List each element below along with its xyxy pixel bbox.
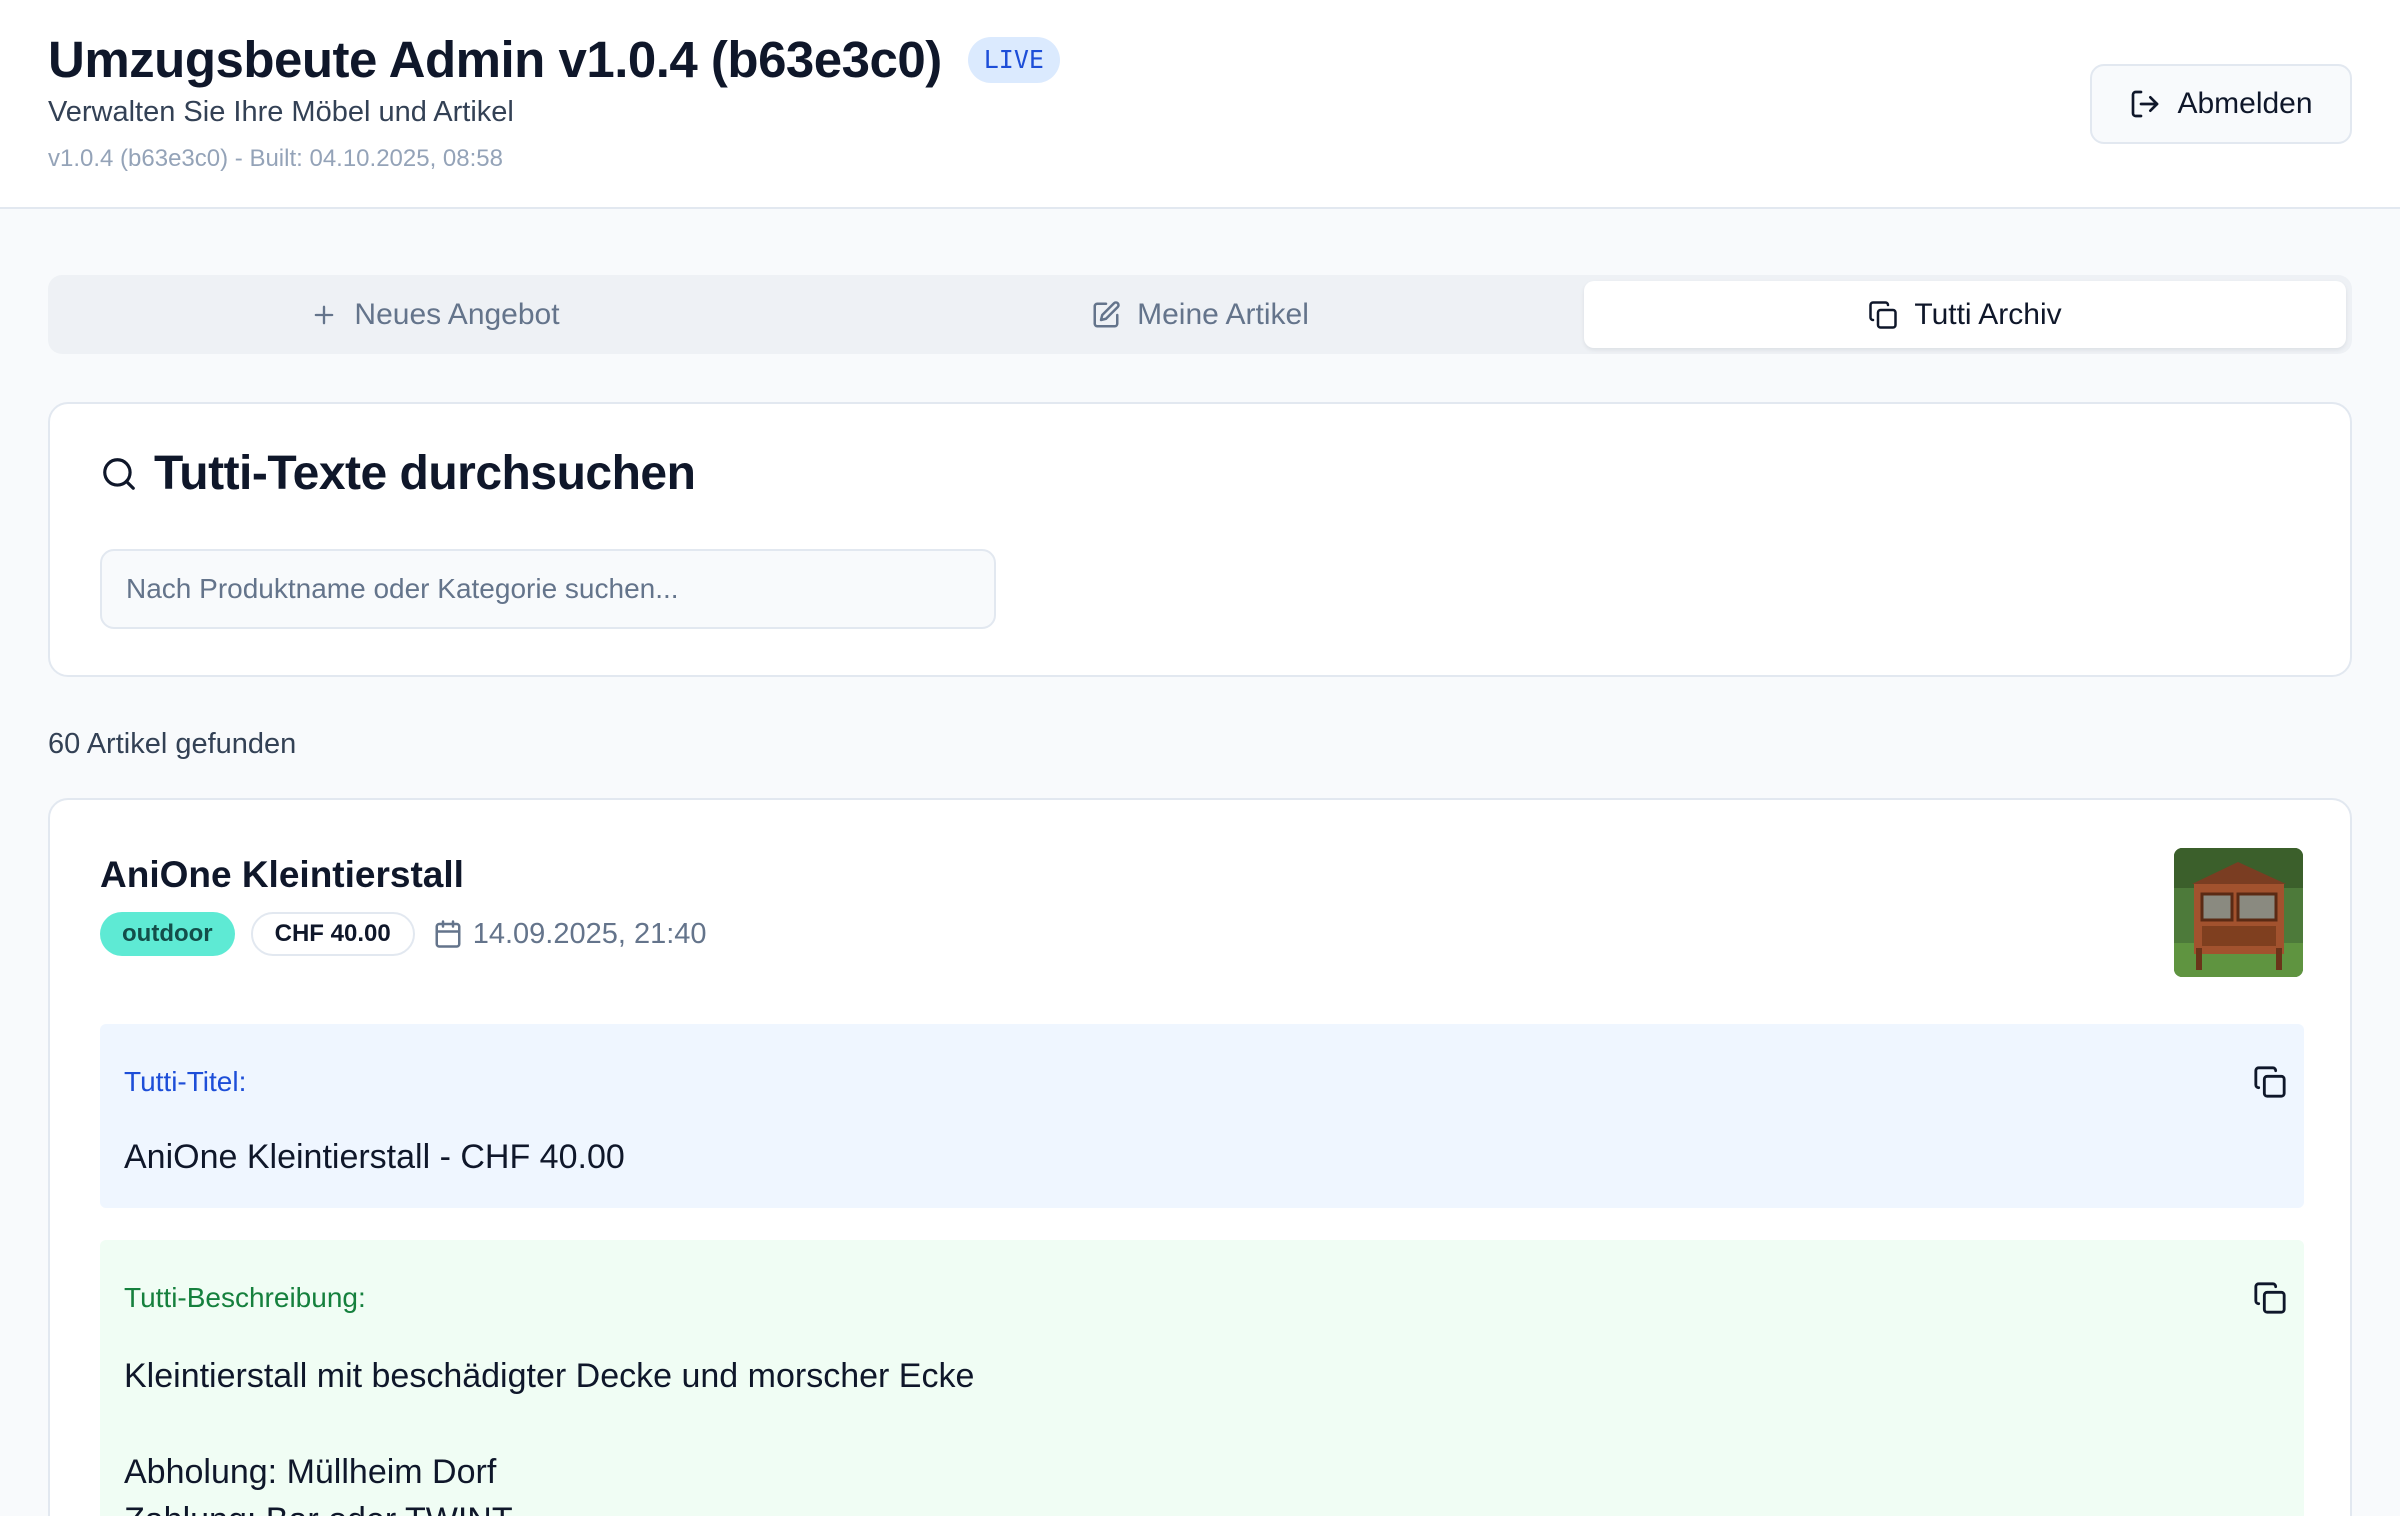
tutti-title-box: Tutti-Titel: AniOne Kleintierstall - CHF… xyxy=(100,1024,2304,1208)
app-header: Umzugsbeute Admin v1.0.4 (b63e3c0) LIVE … xyxy=(0,0,2400,209)
tab-label: Tutti Archiv xyxy=(1914,297,2062,331)
article-title: AniOne Kleintierstall xyxy=(100,854,464,895)
tab-new-offer[interactable]: Neues Angebot xyxy=(54,281,816,348)
tab-tutti-archive[interactable]: Tutti Archiv xyxy=(1584,281,2346,348)
tutti-title-label: Tutti-Titel: xyxy=(124,1066,247,1097)
page-title: Umzugsbeute Admin v1.0.4 (b63e3c0) xyxy=(48,31,942,88)
calendar-icon xyxy=(433,919,463,949)
search-heading: Tutti-Texte durchsuchen xyxy=(100,446,696,501)
copy-icon xyxy=(2253,1065,2287,1099)
article-thumbnail[interactable] xyxy=(2174,848,2303,977)
article-date: 14.09.2025, 21:40 xyxy=(472,917,707,950)
plus-icon xyxy=(310,301,338,329)
tab-label: Neues Angebot xyxy=(354,297,560,331)
live-badge: LIVE xyxy=(967,36,1060,83)
app-root: Umzugsbeute Admin v1.0.4 (b63e3c0) LIVE … xyxy=(0,0,2400,1516)
logout-icon xyxy=(2129,88,2161,120)
tab-label: Meine Artikel xyxy=(1137,297,1309,331)
copy-title-button[interactable] xyxy=(2250,1062,2290,1102)
date-meta: 14.09.2025, 21:40 xyxy=(433,918,707,951)
description-line: Kleintierstall mit beschädigter Decke un… xyxy=(124,1357,975,1395)
description-line xyxy=(124,1400,974,1448)
result-count: 60 Artikel gefunden xyxy=(48,728,297,760)
copy-icon xyxy=(2253,1281,2287,1315)
edit-icon xyxy=(1091,300,1121,330)
logout-button[interactable]: Abmelden xyxy=(2090,64,2352,144)
tutti-description-box: Tutti-Beschreibung: Kleintierstall mit b… xyxy=(100,1240,2304,1516)
price-badge: CHF 40.00 xyxy=(250,912,415,956)
search-title: Tutti-Texte durchsuchen xyxy=(154,447,696,500)
category-badge: outdoor xyxy=(100,912,235,956)
build-info: v1.0.4 (b63e3c0) - Built: 04.10.2025, 08… xyxy=(48,145,503,172)
description-line: Zahlung: Bar oder TWINT xyxy=(124,1496,974,1516)
search-card: Tutti-Texte durchsuchen xyxy=(48,402,2352,677)
page-subtitle: Verwalten Sie Ihre Möbel und Artikel xyxy=(48,96,514,128)
copy-icon xyxy=(1868,300,1898,330)
tutti-description-text: Kleintierstall mit beschädigter Decke un… xyxy=(124,1352,974,1516)
copy-description-button[interactable] xyxy=(2250,1278,2290,1318)
tab-bar: Neues Angebot Meine Artikel Tutti Archiv xyxy=(48,275,2352,354)
tab-my-articles[interactable]: Meine Artikel xyxy=(819,281,1581,348)
description-line: Abholung: Müllheim Dorf xyxy=(124,1453,497,1491)
tutti-description-label: Tutti-Beschreibung: xyxy=(124,1282,366,1313)
tutti-title-value: AniOne Kleintierstall - CHF 40.00 xyxy=(124,1138,625,1176)
search-input[interactable] xyxy=(100,549,996,629)
search-icon xyxy=(100,455,138,493)
title-row: Umzugsbeute Admin v1.0.4 (b63e3c0) LIVE xyxy=(48,30,1060,89)
article-card: AniOne Kleintierstall outdoor CHF 40.00 … xyxy=(48,798,2352,1516)
article-meta: outdoor CHF 40.00 14.09.2025, 21:40 xyxy=(100,912,707,956)
logout-label: Abmelden xyxy=(2177,87,2313,120)
